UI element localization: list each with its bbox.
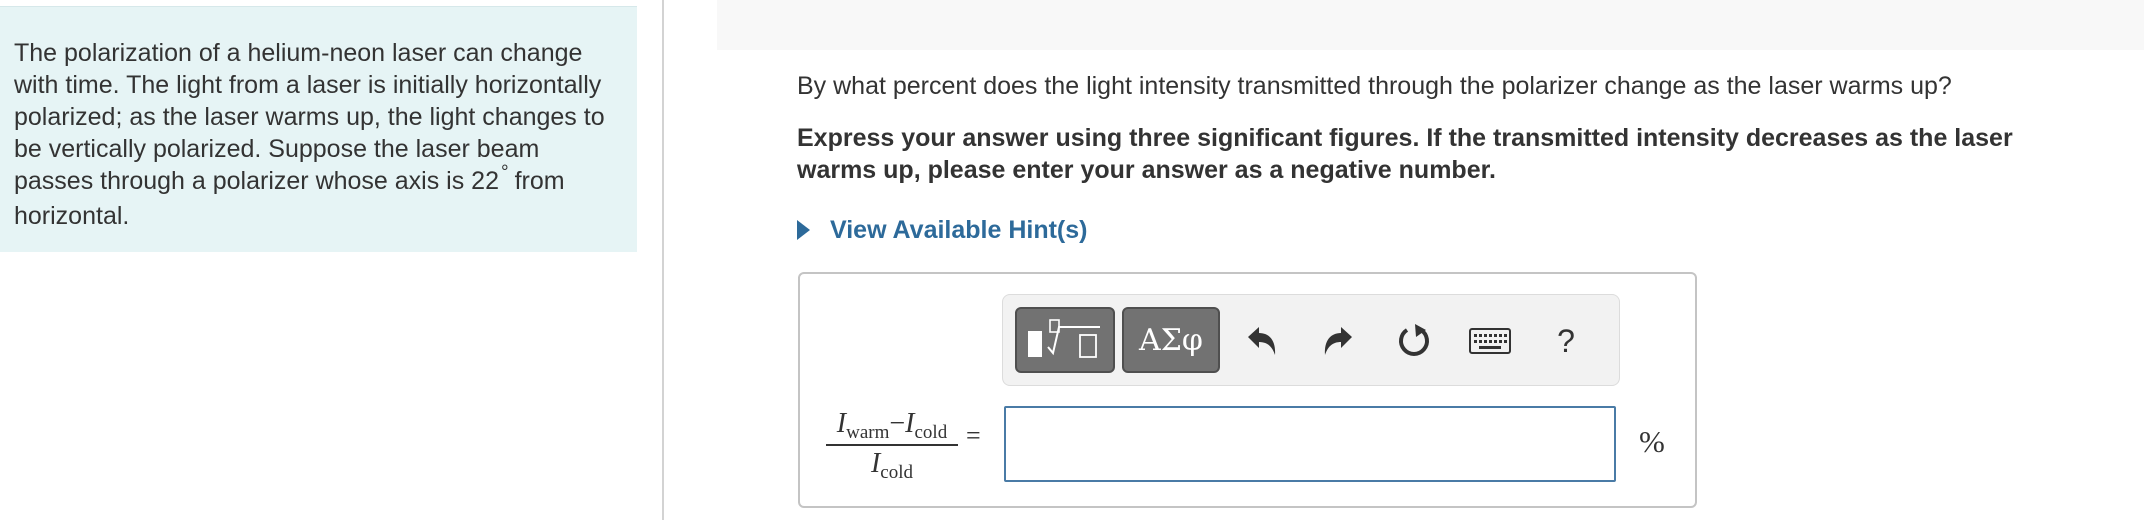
equals-sign: =	[966, 421, 981, 450]
formula-minus: −	[889, 408, 906, 439]
answer-instruction: Express your answer using three signific…	[797, 124, 2013, 184]
question-prompt: By what percent does the light intensity…	[797, 72, 1952, 100]
symbols-button[interactable]: ΑΣφ	[1122, 307, 1220, 373]
formula-var: I	[870, 448, 881, 479]
formula-sub-cold: cold	[880, 462, 914, 483]
formula-sub-warm: warm	[846, 422, 890, 443]
redo-button[interactable]	[1311, 313, 1365, 369]
reset-button[interactable]	[1387, 313, 1441, 369]
panel-divider	[662, 0, 664, 520]
formula-denominator: Icold	[822, 448, 962, 483]
header-strip	[717, 0, 2144, 50]
degree-symbol: °	[501, 162, 509, 183]
keyboard-button[interactable]	[1463, 313, 1517, 369]
answer-area: ΑΣφ ? Iwarm−Icold Icold = %	[798, 272, 1697, 508]
problem-statement: The polarization of a helium-neon laser …	[14, 37, 624, 232]
help-button[interactable]: ?	[1539, 313, 1593, 369]
fraction-bar	[826, 444, 958, 446]
formula-sub-cold: cold	[914, 422, 948, 443]
templates-button[interactable]	[1015, 307, 1115, 373]
keyboard-icon	[1469, 328, 1511, 354]
problem-panel: The polarization of a helium-neon laser …	[0, 0, 665, 520]
answer-formula-label: Iwarm−Icold Icold	[822, 406, 962, 483]
view-hints-link[interactable]: View Available Hint(s)	[830, 216, 1087, 245]
formula-var: I	[905, 408, 915, 439]
undo-icon	[1248, 327, 1276, 355]
caret-right-icon	[797, 220, 810, 240]
reset-icon	[1399, 324, 1429, 356]
formula-var: I	[836, 408, 847, 439]
undo-button[interactable]	[1235, 313, 1289, 369]
redo-icon	[1324, 327, 1352, 355]
unit-label: %	[1639, 424, 1665, 459]
view-hints-toggle[interactable]: View Available Hint(s)	[797, 214, 1087, 246]
answer-input[interactable]	[1004, 406, 1616, 482]
math-toolbar: ΑΣφ ?	[1002, 294, 1620, 386]
templates-icon	[1028, 319, 1100, 358]
problem-statement-box: The polarization of a helium-neon laser …	[0, 6, 637, 252]
formula-numerator: Iwarm−Icold	[822, 408, 962, 443]
